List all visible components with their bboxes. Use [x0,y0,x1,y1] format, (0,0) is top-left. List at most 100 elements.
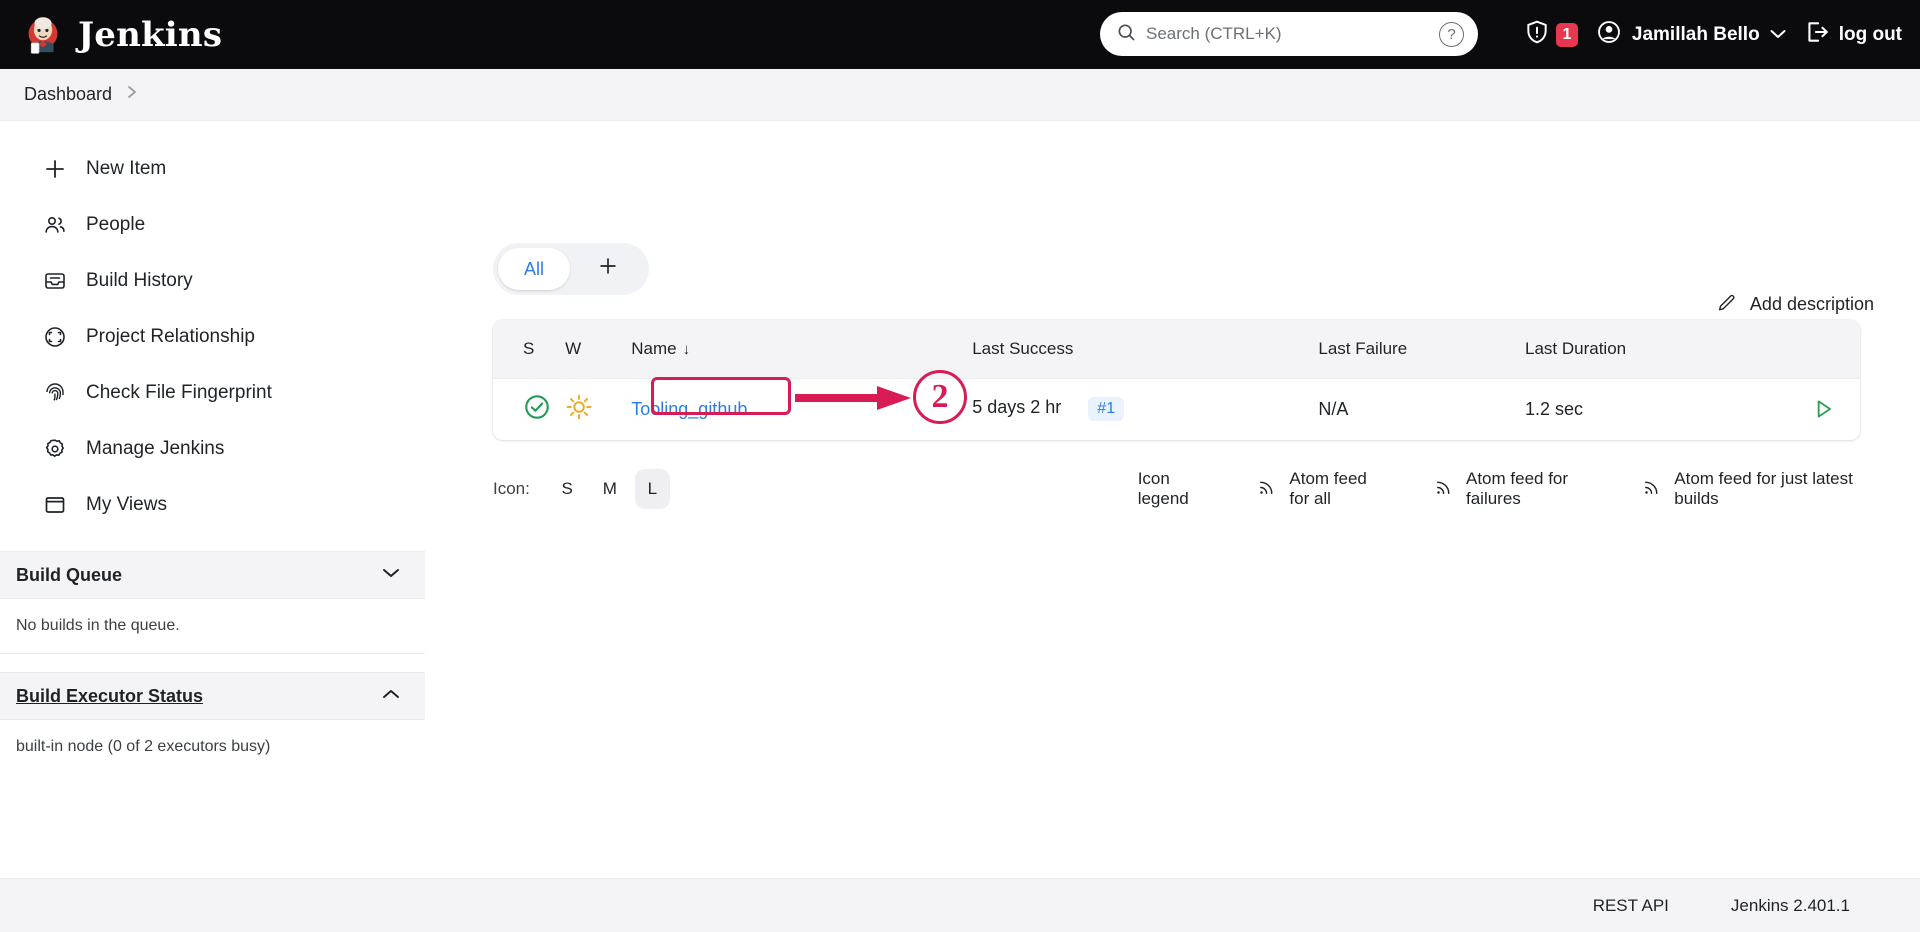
play-triangle-icon[interactable] [1783,396,1854,422]
sidebar-item-check-file-fingerprint[interactable]: Check File Fingerprint [0,365,425,421]
user-circle-icon [1596,19,1622,50]
logout-icon [1804,19,1830,50]
column-header-last-success[interactable]: Last Success [966,320,1313,378]
sort-descending-arrow-icon: ↓ [682,340,691,358]
atom-feed-failures-link[interactable]: Atom feed for failures [1434,469,1596,509]
column-header-actions [1777,320,1860,378]
cell-job-name: Tooling_github [625,377,967,440]
sidebar-item-new-item[interactable]: New Item [0,141,425,197]
user-name-label: Jamillah Bello [1631,23,1760,45]
jobs-table-head: S W Name ↓ Last Success Last Failure Last… [493,320,1860,378]
column-header-weather[interactable]: W [559,320,626,378]
help-circle-icon[interactable]: ? [1439,21,1464,47]
column-header-status[interactable]: S [493,320,560,378]
build-executor-status-panel: Build Executor Status built-in node (0 o… [0,672,425,774]
cell-actions [1777,377,1860,440]
chevron-right-icon [126,84,138,105]
view-tabs: All [493,243,649,295]
sidebar-item-label: My Views [86,494,167,515]
logout-button[interactable]: log out [1804,19,1902,50]
sidebar-item-label: Build History [86,270,193,291]
column-header-name[interactable]: Name ↓ [625,320,967,378]
build-queue-body: No builds in the queue. [0,599,425,654]
icon-size-medium-button[interactable]: M [592,469,627,509]
sidebar-item-project-relationship[interactable]: Project Relationship [0,309,425,365]
search-box[interactable]: ? [1100,12,1478,56]
jenkins-brand-home-link[interactable]: Jenkins [22,14,222,56]
last-success-build-badge[interactable]: #1 [1088,397,1125,422]
column-header-last-duration[interactable]: Last Duration [1519,320,1778,378]
rss-icon [1434,477,1454,502]
main-content: Add description All S W Name ↓ Last Succ… [425,121,1920,932]
top-bar-right-cluster: 1 Jamillah Bello log out [1524,0,1902,69]
breadcrumb-item-dashboard[interactable]: Dashboard [24,84,112,105]
icon-size-label: Icon: [493,479,530,498]
chevron-down-icon [1770,26,1786,43]
add-description-label: Add description [1749,293,1874,314]
table-footer-controls: Icon: S M L Icon legend Atom feed for al… [493,466,1860,512]
jobs-table: S W Name ↓ Last Success Last Failure Last… [493,320,1860,440]
add-description-button[interactable]: Add description [1717,291,1874,317]
sidebar-item-build-history[interactable]: Build History [0,253,425,309]
build-queue-panel: Build Queue No builds in the queue. [0,551,425,654]
chevron-up-icon[interactable] [381,687,401,705]
table-header-row: S W Name ↓ Last Success Last Failure Last… [493,320,1860,378]
last-success-time: 5 days 2 hr [972,397,1062,418]
cell-last-duration: 1.2 sec [1519,377,1778,440]
build-executor-status-title[interactable]: Build Executor Status [16,686,203,707]
jobs-table-body: Tooling_github 5 days 2 hr #1 N/A 1.2 se… [493,377,1860,440]
icon-size-large-button[interactable]: L [635,469,670,509]
table-row[interactable]: Tooling_github 5 days 2 hr #1 N/A 1.2 se… [493,377,1860,440]
build-executor-status-header[interactable]: Build Executor Status [0,672,425,720]
build-queue-header[interactable]: Build Queue [0,551,425,599]
sidebar-item-label: Manage Jenkins [86,438,225,459]
rss-icon [1257,477,1277,502]
gear-icon [42,436,68,462]
search-icon [1116,22,1136,47]
sunny-icon[interactable] [565,394,593,425]
window-icon [42,492,68,518]
check-circle-green-icon[interactable] [523,394,551,425]
atom-feed-latest-builds-link[interactable]: Atom feed for just latest builds [1642,469,1860,509]
page-layout: New Item People Build History Project Re… [0,121,1920,932]
sidebar-item-label: Check File Fingerprint [86,382,272,403]
target-icon [42,324,68,350]
column-header-name-label: Name [631,338,677,358]
icon-size-small-button[interactable]: S [550,469,585,509]
build-queue-title: Build Queue [16,564,123,585]
top-bar: Jenkins ? 1 [0,0,1920,69]
sidebar-item-label: Project Relationship [86,326,255,347]
icon-legend-link[interactable]: Icon legend [1138,469,1212,509]
logout-label: log out [1838,23,1902,45]
search-input[interactable] [1146,24,1429,44]
alert-count-badge[interactable]: 1 [1555,22,1578,47]
add-view-tab-button[interactable] [572,248,644,290]
jenkins-butler-logo-icon [22,14,64,56]
job-name-link[interactable]: Tooling_github [631,399,747,419]
cell-last-success: 5 days 2 hr #1 [966,377,1313,440]
column-header-last-failure[interactable]: Last Failure [1312,320,1519,378]
rss-icon [1642,477,1662,502]
jenkins-version-label: Jenkins 2.401.1 [1730,895,1850,915]
jobs-table-card: S W Name ↓ Last Success Last Failure Last… [493,320,1860,440]
chevron-down-icon[interactable] [381,566,401,584]
sidebar-item-my-views[interactable]: My Views [0,477,425,533]
pencil-icon [1717,291,1738,317]
sidebar-item-people[interactable]: People [0,197,425,253]
atom-feed-all-link[interactable]: Atom feed for all [1257,469,1388,509]
people-icon [42,212,68,238]
rest-api-link[interactable]: REST API [1593,896,1669,916]
page-footer: REST API Jenkins 2.401.1 [0,878,1920,932]
cell-status [493,377,560,440]
alerts-indicator[interactable]: 1 [1524,19,1578,50]
sidebar-item-manage-jenkins[interactable]: Manage Jenkins [0,421,425,477]
breadcrumb: Dashboard [0,69,1920,121]
cell-weather [559,377,626,440]
tab-all[interactable]: All [498,248,570,290]
cell-last-failure: N/A [1312,377,1519,440]
feed-links: Icon legend Atom feed for all Atom feed … [1138,469,1860,509]
sidebar-item-label: People [86,214,146,235]
atom-feed-all-label: Atom feed for all [1289,469,1367,508]
user-menu[interactable]: Jamillah Bello [1596,19,1786,50]
sidebar: New Item People Build History Project Re… [0,121,425,932]
